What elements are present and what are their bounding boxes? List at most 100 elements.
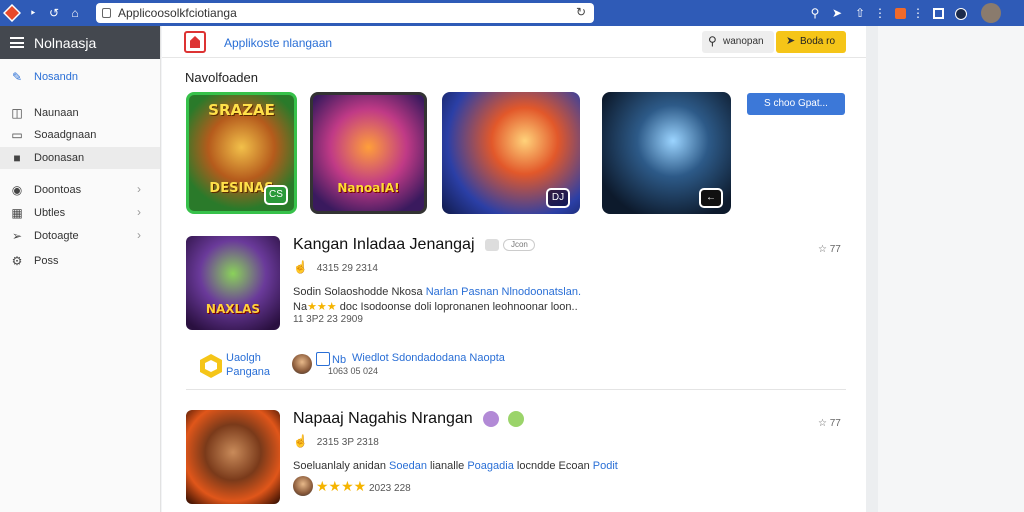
tile-badge: CS: [264, 185, 288, 205]
featured-section-title: Navolfoaden: [185, 70, 258, 85]
overflow-icon[interactable]: ⋮: [871, 4, 889, 22]
app-logo-icon[interactable]: [2, 3, 22, 23]
online-dot-icon: [507, 410, 524, 427]
sidebar-item-4[interactable]: ■ Doonasan: [0, 147, 160, 169]
category-dot-icon: [483, 410, 500, 427]
sidebar-item-label: Poss: [34, 255, 59, 267]
pencil-icon: ✎: [11, 70, 23, 84]
desc-link-2[interactable]: Poagadia: [467, 460, 514, 472]
lock-icon: [102, 8, 111, 18]
extension-icon[interactable]: [891, 4, 909, 22]
featured-game-3[interactable]: DJ: [442, 92, 580, 214]
desc-tail: locndde Ecoan: [516, 460, 590, 472]
sidebar-item-7[interactable]: ➢ Dotoagte ›: [0, 225, 160, 247]
sidebar-item-label: Nosandn: [34, 71, 79, 83]
avatar[interactable]: [981, 3, 1001, 23]
game-icon[interactable]: [186, 410, 280, 504]
panel-icon[interactable]: [929, 4, 947, 22]
extension-menu-icon[interactable]: ⋮: [909, 4, 927, 22]
desc-text: Soeluanlaly anidan: [293, 460, 386, 472]
search-icon[interactable]: ⚲: [806, 4, 824, 22]
reviewer-avatar[interactable]: [293, 476, 313, 496]
game-icon[interactable]: NAXLAS: [186, 236, 280, 330]
url-text: Applicoosolkfciotianga: [118, 6, 237, 20]
sidebar-item-5[interactable]: ◉ Doontoas ›: [0, 179, 160, 201]
search-label: wanopan: [723, 36, 764, 47]
desc-text: Sodin Solaoshodde Nkosa: [293, 286, 423, 298]
divider: [186, 389, 846, 390]
sidebar-item-8[interactable]: ⚙ Poss: [0, 250, 160, 272]
store-logo-icon[interactable]: [184, 31, 206, 53]
rating-stars: ★★★★: [316, 478, 367, 494]
sidebar-item-1[interactable]: ✎ Nosandn: [0, 66, 160, 88]
rank-value: 77: [829, 418, 841, 429]
arrow-icon: ←: [699, 188, 723, 208]
developer-line-1: Uaolgh: [226, 352, 261, 364]
scrollbar[interactable]: [866, 26, 878, 512]
developer-hex-icon: [200, 354, 222, 378]
game-description-2: Na★★★ doc Isodoonse doli lopronanen leoh…: [293, 300, 578, 313]
bookmark-icon[interactable]: ⇧: [851, 4, 869, 22]
desc-text-2: lianalle: [430, 460, 465, 472]
game-title[interactable]: Kangan Inladaa Jenangaj Jcon: [293, 236, 536, 254]
game-description: Soeluanlaly anidan Soedan lianalle Poaga…: [293, 460, 813, 472]
app-title[interactable]: Applikoste nlangaan: [224, 36, 332, 50]
sidebar-title: Nolnaasja: [34, 35, 97, 51]
desc-suffix: doc Isodoonse doli lopronanen leohnoonar…: [339, 301, 578, 313]
tag-icon: ➢: [11, 229, 23, 243]
game-title[interactable]: Napaaj Nagahis Nrangan: [293, 410, 524, 428]
search-icon: ⚲: [708, 34, 717, 48]
hamburger-menu-icon[interactable]: [10, 37, 24, 48]
tile-title: SRAZAE: [208, 101, 275, 119]
chevron-right-icon: ›: [137, 205, 141, 219]
sidebar-header: Nolnaasja: [0, 26, 160, 59]
search-button[interactable]: ⚲ wanopan: [702, 31, 774, 53]
sidebar-item-2[interactable]: ◫ Naunaan: [0, 102, 160, 124]
home-icon[interactable]: ⌂: [66, 4, 84, 22]
sidebar-item-6[interactable]: ▦ Ubtles ›: [0, 202, 160, 224]
chevron-right-icon: ›: [137, 182, 141, 196]
tile-subtitle: NanoaIA!: [337, 181, 400, 195]
pin-icon[interactable]: ➤: [828, 4, 846, 22]
globe-icon: ◉: [11, 183, 23, 197]
sidebar-item-label: Doonasan: [34, 152, 85, 164]
address-bar[interactable]: Applicoosolkfciotianga ↻: [96, 3, 594, 23]
main-content: Applikoste nlangaan ⚲ wanopan ➤ Boda ro …: [162, 26, 866, 512]
game-meta-text: 2315 3P 2318: [316, 437, 379, 448]
sidebar-item-label: Ubtles: [34, 207, 66, 219]
game-rank: ☆ 77: [818, 418, 841, 429]
desc-prefix: Na: [293, 301, 308, 313]
review-mini: Nb: [332, 354, 347, 366]
home-icon: [484, 238, 499, 251]
sidebar-item-3[interactable]: ▭ Soaadgnaan: [0, 124, 160, 146]
game-icon-text: NAXLAS: [205, 302, 261, 316]
tile-badge: DJ: [546, 188, 570, 208]
cart-icon: ➤: [786, 35, 796, 47]
menu-chevron-icon[interactable]: ‣: [24, 4, 42, 22]
desc-link[interactable]: Narlan Pasnan Nlnodoonatslan.: [426, 286, 581, 298]
grid-icon: ▦: [11, 206, 23, 220]
featured-game-1[interactable]: SRAZAE DESINAS CS: [186, 92, 297, 214]
shop-button[interactable]: ➤ Boda ro: [776, 31, 846, 53]
thumbs-up-icon[interactable]: ☝: [293, 434, 308, 448]
thumbs-up-icon[interactable]: ☝: [293, 260, 308, 274]
right-pane: [866, 26, 1024, 512]
chevron-right-icon: ›: [137, 228, 141, 242]
back-icon[interactable]: ↺: [45, 4, 63, 22]
reviewer-avatar[interactable]: [292, 354, 312, 374]
see-all-button[interactable]: S choo Gpat...: [747, 93, 845, 115]
desc-link[interactable]: Soedan: [389, 460, 427, 472]
reload-icon[interactable]: ↻: [576, 5, 586, 19]
game-title-text: Kangan Inladaa Jenangaj: [293, 236, 475, 253]
browser-toolbar: ‣ ↺ ⌂ Applicoosolkfciotianga ↻ ⚲ ➤ ⇧ ⋮ ⋮: [0, 0, 1024, 26]
game-date: 2023 228: [368, 483, 411, 494]
monitor-icon: ▭: [11, 128, 23, 142]
sidebar: Nolnaasja ✎ Nosandn ◫ Naunaan ▭ Soaadgna…: [0, 26, 161, 512]
featured-game-4[interactable]: ←: [602, 92, 731, 214]
game-meta: ☝ 2315 3P 2318: [293, 434, 379, 448]
featured-game-2[interactable]: NanoaIA!: [310, 92, 427, 214]
desc-link-3[interactable]: Podit: [593, 460, 618, 472]
dark-mode-icon[interactable]: [952, 4, 970, 22]
review-title[interactable]: Wiedlot Sdondadodana Naopta: [352, 352, 505, 364]
game-meta: ☝ 4315 29 2314: [293, 260, 378, 274]
